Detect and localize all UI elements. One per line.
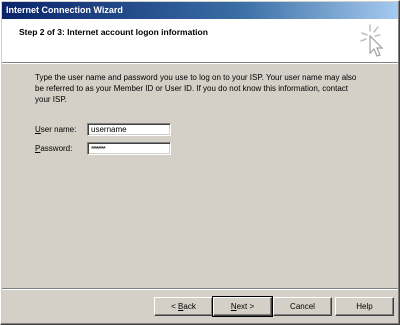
wizard-wand-icon — [360, 24, 384, 57]
help-button-label: Help — [356, 302, 373, 311]
wizard-header: Step 2 of 3: Internet account logon info… — [2, 19, 398, 63]
help-button[interactable]: Help — [335, 297, 394, 316]
next-button[interactable]: Next > — [212, 296, 273, 317]
username-value: username — [91, 125, 127, 134]
back-button-text: ack — [183, 302, 196, 311]
footer-divider-highlight — [2, 289, 398, 290]
back-button-prefix: < — [171, 302, 179, 311]
cancel-button[interactable]: Cancel — [273, 297, 332, 316]
username-label: User name: — [35, 125, 76, 134]
password-field[interactable]: ******** — [87, 142, 171, 155]
title-bar[interactable]: Internet Connection Wizard — [2, 2, 398, 19]
wizard-window: Internet Connection Wizard Step 2 of 3: … — [0, 0, 400, 325]
next-button-text: ext > — [236, 302, 255, 311]
back-button[interactable]: < Back — [154, 297, 213, 316]
username-label-text: ser name: — [40, 125, 77, 134]
username-field[interactable]: username — [87, 123, 171, 136]
password-label-text: assword: — [40, 144, 73, 153]
intro-text: Type the user name and password you use … — [35, 73, 357, 104]
password-value: ******** — [91, 146, 106, 153]
cancel-button-label: Cancel — [290, 302, 315, 311]
window-title: Internet Connection Wizard — [6, 5, 123, 15]
password-label: Password: — [35, 144, 72, 153]
header-divider — [2, 63, 398, 64]
step-title: Step 2 of 3: Internet account logon info… — [19, 27, 208, 37]
